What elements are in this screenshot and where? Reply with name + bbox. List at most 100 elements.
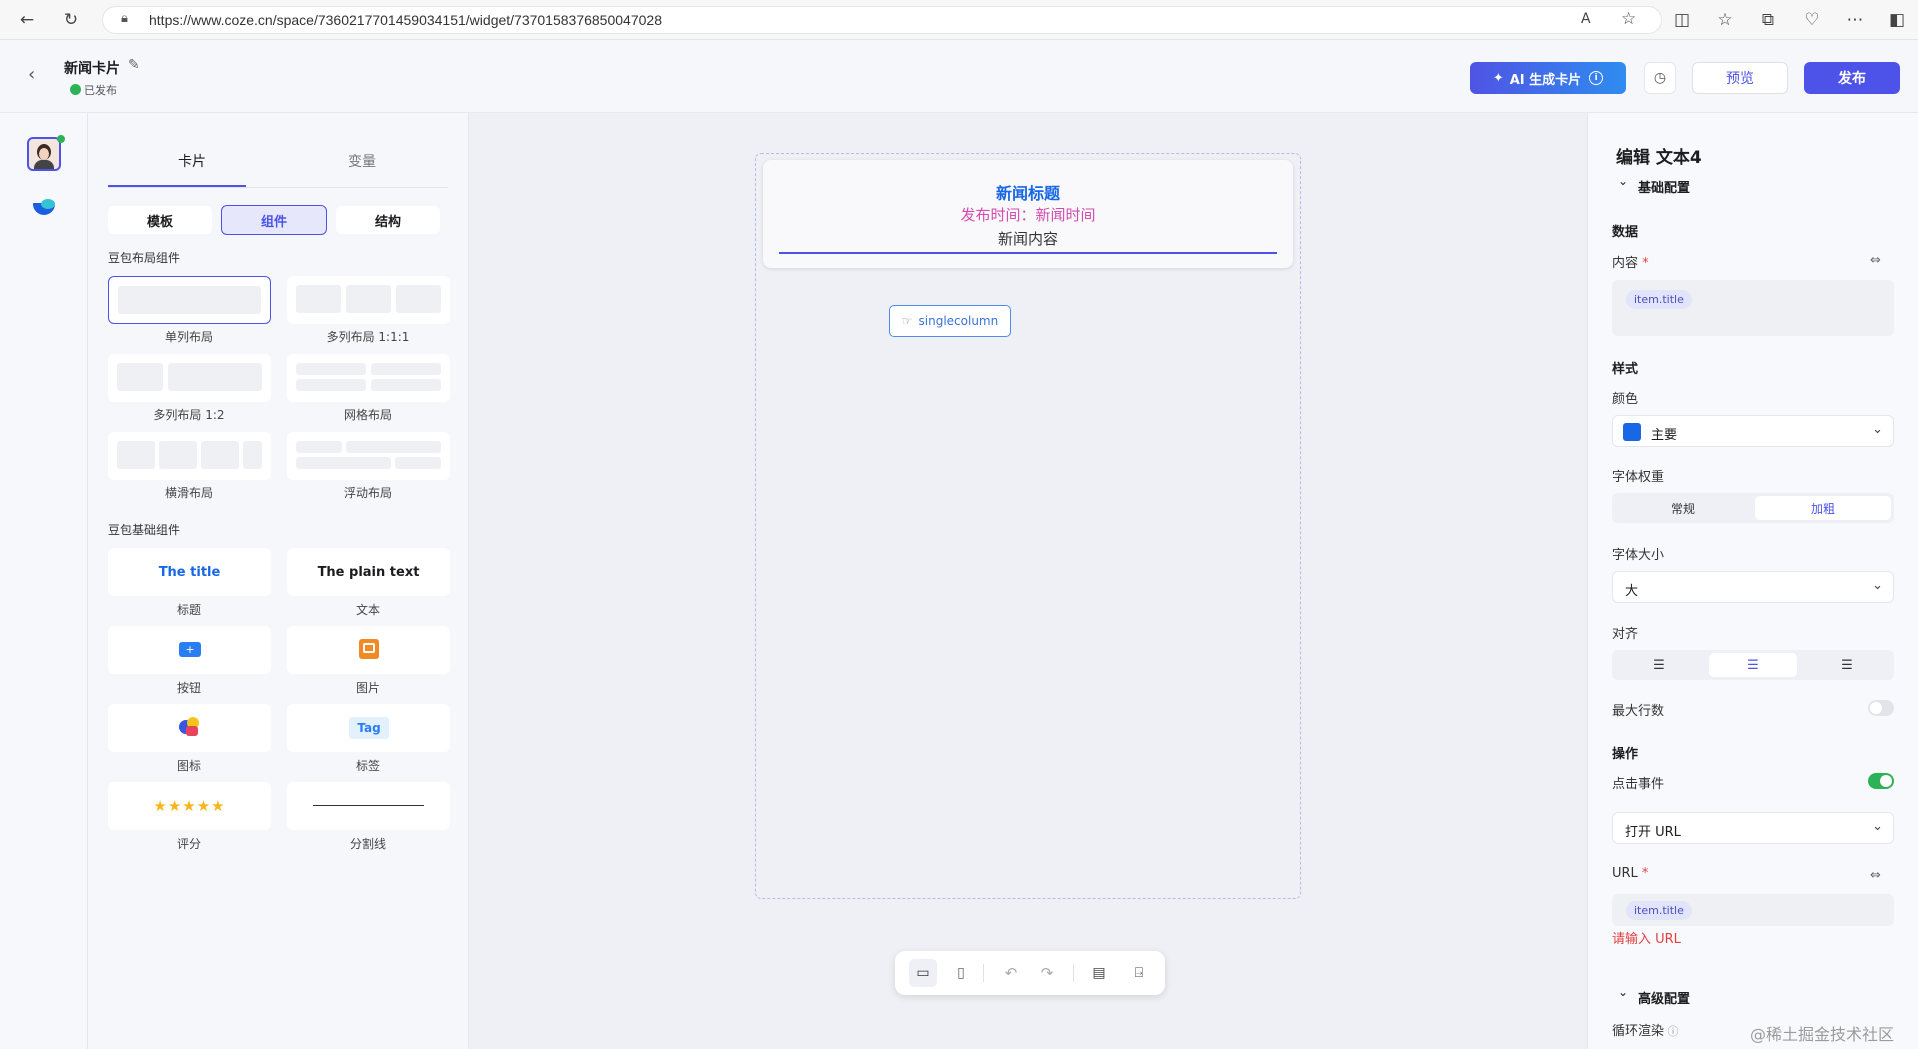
weight-normal-option[interactable]: 常规 [1615, 496, 1751, 520]
ai-sparkle-icon: ✦ [1492, 70, 1504, 86]
font-size-value: 大 [1625, 584, 1639, 599]
toolbar-divider [983, 964, 984, 982]
url-text: https://www.coze.cn/space/73602177014590… [149, 12, 662, 28]
ai-generate-card-button[interactable]: ✦ AI 生成卡片 i [1470, 62, 1626, 94]
chevron-down-icon: ⌄ [1872, 819, 1883, 834]
link-icon[interactable]: ⇔ [1870, 253, 1881, 268]
toggle-knob [1880, 775, 1892, 787]
chevron-down-icon: ⌄ [1872, 422, 1883, 437]
align-label: 对齐 [1612, 627, 1639, 642]
back-icon[interactable]: ← [15, 8, 39, 32]
layout-label: 单列布局 [164, 330, 213, 344]
url-field[interactable]: item.title [1612, 894, 1894, 926]
desktop-view-icon[interactable]: ▭ [909, 959, 937, 987]
align-left-icon[interactable]: ☰ [1615, 653, 1703, 677]
preview-button[interactable]: 预览 [1692, 62, 1788, 94]
advanced-config-title[interactable]: 高级配置 [1638, 988, 1690, 1007]
redo-icon[interactable]: ↷ [1033, 959, 1061, 987]
import-icon[interactable]: ⍈ [1125, 959, 1153, 987]
favorite-star-icon[interactable]: ☆ [1621, 9, 1636, 29]
rating-component-tile[interactable]: ★★★★★ [108, 782, 271, 830]
color-select[interactable]: 主要 ⌄ [1612, 415, 1894, 447]
news-title-text[interactable]: 新闻标题 [763, 180, 1293, 204]
content-field[interactable]: item.title [1612, 280, 1894, 336]
component-label: 图片 [355, 681, 380, 695]
chevron-down-icon: ⌄ [1872, 578, 1883, 593]
action-select[interactable]: 打开 URL ⌄ [1612, 812, 1894, 844]
publish-button[interactable]: 发布 [1804, 62, 1900, 94]
doubao-logo-icon[interactable] [33, 199, 57, 217]
browser-toolbar: ← ↻ 🔒︎ https://www.coze.cn/space/7360217… [0, 0, 1918, 40]
favorites-icon[interactable]: ☆ [1713, 8, 1737, 32]
title-component-tile[interactable]: The title [108, 548, 271, 596]
url-variable-chip[interactable]: item.title [1626, 901, 1692, 920]
collapse-chevron-icon[interactable]: ⌄ [1618, 174, 1628, 188]
basic-config-title[interactable]: 基础配置 [1638, 177, 1690, 196]
click-event-toggle[interactable] [1868, 773, 1894, 789]
collections-icon[interactable]: ⧉ [1756, 8, 1780, 32]
canvas-toolbar: ▭ ▯ ↶ ↷ ▤ ⍈ [895, 951, 1165, 995]
json-document-icon[interactable]: ▤ [1085, 959, 1113, 987]
component-panel: 卡片 变量 模板 组件 结构 豆包布局组件 单列布局 多列布局 1:1:1 多列… [88, 113, 469, 1049]
news-card[interactable]: 新闻标题 发布时间：新闻时间 新闻内容 [763, 160, 1293, 268]
font-size-select[interactable]: 大 ⌄ [1612, 571, 1894, 603]
data-section-title: 数据 [1612, 225, 1639, 240]
history-button[interactable]: ◷ [1644, 62, 1676, 94]
max-lines-label: 最大行数 [1612, 704, 1665, 719]
address-bar[interactable]: 🔒︎ https://www.coze.cn/space/73602177014… [102, 6, 1662, 34]
component-label: 标签 [355, 759, 380, 773]
component-label: 评分 [176, 837, 201, 851]
text-component-tile[interactable]: The plain text [287, 548, 450, 596]
singlecolumn-drag-chip[interactable]: ☞ singlecolumn [889, 305, 1011, 337]
undo-icon[interactable]: ↶ [997, 959, 1025, 987]
mobile-view-icon[interactable]: ▯ [947, 959, 975, 987]
tab-card[interactable]: 卡片 [178, 151, 206, 171]
icon-component-tile[interactable] [108, 704, 271, 752]
grid-layout-tile[interactable] [287, 354, 450, 402]
property-panel: 编辑 文本4 ⌄ 基础配置 数据 内容 * ⇔ item.title 样式 颜色… [1587, 113, 1918, 1049]
link-icon[interactable]: ⇔ [1870, 868, 1881, 883]
bot-avatar[interactable] [27, 137, 61, 171]
align-center-icon[interactable]: ☰ [1709, 653, 1797, 677]
content-variable-chip[interactable]: item.title [1626, 290, 1692, 309]
color-label: 颜色 [1612, 392, 1639, 407]
divider-sample [313, 805, 424, 806]
news-content-text[interactable]: 新闻内容 [763, 228, 1293, 249]
single-column-layout-tile[interactable] [108, 276, 271, 324]
align-right-icon[interactable]: ☰ [1803, 653, 1891, 677]
subtab-components[interactable]: 组件 [221, 205, 327, 235]
sidebar-icon[interactable]: ◧ [1885, 8, 1909, 32]
subtab-structure[interactable]: 结构 [336, 206, 440, 234]
text-sample: The plain text [317, 564, 420, 580]
tag-sample: Tag [349, 717, 389, 739]
horizontal-scroll-tile[interactable] [108, 432, 271, 480]
component-label: 分割线 [349, 837, 386, 851]
split-screen-icon[interactable]: ◫ [1670, 8, 1694, 32]
style-section-title: 样式 [1612, 362, 1639, 377]
tab-variables[interactable]: 变量 [348, 151, 376, 171]
subtab-templates[interactable]: 模板 [108, 206, 212, 234]
max-lines-toggle[interactable] [1868, 700, 1894, 716]
back-arrow-icon[interactable]: ‹ [28, 64, 35, 85]
read-aloud-icon[interactable]: A [1581, 11, 1591, 27]
news-time-text[interactable]: 发布时间：新闻时间 [763, 204, 1293, 225]
url-error-text: 请输入 URL [1612, 932, 1681, 947]
floating-layout-tile[interactable] [287, 432, 450, 480]
weight-bold-option[interactable]: 加粗 [1755, 496, 1891, 520]
lock-icon: 🔒︎ [121, 11, 128, 26]
collapse-chevron-icon[interactable]: ⌄ [1618, 985, 1628, 999]
more-icon[interactable]: ⋯ [1843, 8, 1867, 32]
multi-column-111-tile[interactable] [287, 276, 450, 324]
multi-column-12-tile[interactable] [108, 354, 271, 402]
button-icon: + [179, 642, 201, 657]
image-component-tile[interactable] [287, 626, 450, 674]
divider-component-tile[interactable] [287, 782, 450, 830]
toggle-knob [1870, 702, 1882, 714]
edit-icon[interactable]: ✎ [128, 57, 140, 73]
content-label: 内容 * [1612, 256, 1649, 271]
tag-component-tile[interactable]: Tag [287, 704, 450, 752]
extensions-icon[interactable]: ♡ [1800, 8, 1824, 32]
refresh-icon[interactable]: ↻ [59, 8, 83, 32]
button-component-tile[interactable]: + [108, 626, 271, 674]
left-rail [0, 113, 88, 1049]
